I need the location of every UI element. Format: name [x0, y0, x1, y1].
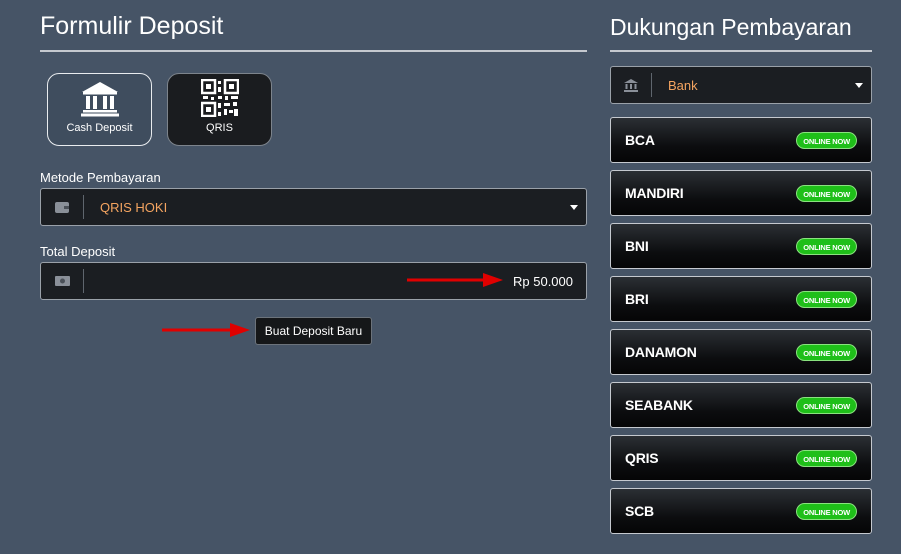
bank-list: BCA ONLINE NOW MANDIRI ONLINE NOW BNI ON…	[610, 117, 872, 541]
total-deposit-field[interactable]	[40, 262, 587, 300]
chevron-down-icon	[562, 204, 586, 210]
tab-cash-deposit[interactable]: Cash Deposit	[47, 73, 152, 146]
annotation-arrow-icon	[407, 273, 503, 287]
status-badge: ONLINE NOW	[796, 449, 857, 467]
bank-name: QRIS	[625, 450, 659, 466]
payment-method-label: Metode Pembayaran	[40, 170, 161, 185]
status-badge: ONLINE NOW	[796, 184, 857, 202]
payment-type-value: Bank	[668, 77, 698, 93]
bank-icon	[611, 67, 651, 103]
bank-card: BNI ONLINE NOW	[610, 223, 872, 269]
deposit-form-title: Formulir Deposit	[40, 0, 587, 52]
payment-type-select[interactable]: Bank	[610, 66, 872, 104]
bank-name: BCA	[625, 132, 655, 148]
tab-cash-deposit-label: Cash Deposit	[66, 122, 133, 134]
bank-card: SCB ONLINE NOW	[610, 488, 872, 534]
bank-card: QRIS ONLINE NOW	[610, 435, 872, 481]
bank-icon	[80, 81, 119, 117]
chevron-down-icon	[847, 82, 871, 88]
status-badge: ONLINE NOW	[796, 396, 857, 414]
total-deposit-input[interactable]	[84, 273, 586, 289]
tab-qris-label: QRIS	[206, 122, 233, 134]
bank-name: SCB	[625, 503, 654, 519]
status-badge: ONLINE NOW	[796, 290, 857, 308]
create-deposit-button[interactable]: Buat Deposit Baru	[255, 317, 372, 345]
wallet-icon	[41, 189, 83, 225]
bank-card: BRI ONLINE NOW	[610, 276, 872, 322]
bank-name: MANDIRI	[625, 185, 684, 201]
status-badge: ONLINE NOW	[796, 237, 857, 255]
payment-method-select[interactable]: QRIS HOKI	[40, 188, 587, 226]
bank-name: BRI	[625, 291, 649, 307]
deposit-method-tabs: Cash Deposit QRIS	[47, 73, 272, 146]
bank-card: BCA ONLINE NOW	[610, 117, 872, 163]
bank-card: SEABANK ONLINE NOW	[610, 382, 872, 428]
annotation-arrow-icon	[162, 323, 250, 337]
status-badge: ONLINE NOW	[796, 502, 857, 520]
qr-code-icon	[200, 79, 239, 117]
tab-qris[interactable]: QRIS	[167, 73, 272, 146]
bank-card: DANAMON ONLINE NOW	[610, 329, 872, 375]
bank-name: DANAMON	[625, 344, 697, 360]
money-icon	[41, 263, 83, 299]
payment-support: Dukungan Pembayaran Bank BCA ONLINE NOW …	[610, 0, 872, 534]
bank-name: BNI	[625, 238, 649, 254]
bank-name: SEABANK	[625, 397, 693, 413]
status-badge: ONLINE NOW	[796, 343, 857, 361]
deposit-form: Formulir Deposit Cash Deposit QRIS Metod…	[40, 0, 587, 345]
payment-method-value: QRIS HOKI	[100, 199, 168, 215]
total-deposit-label: Total Deposit	[40, 244, 116, 259]
status-badge: ONLINE NOW	[796, 131, 857, 149]
payment-support-title: Dukungan Pembayaran	[610, 0, 872, 52]
bank-card: MANDIRI ONLINE NOW	[610, 170, 872, 216]
